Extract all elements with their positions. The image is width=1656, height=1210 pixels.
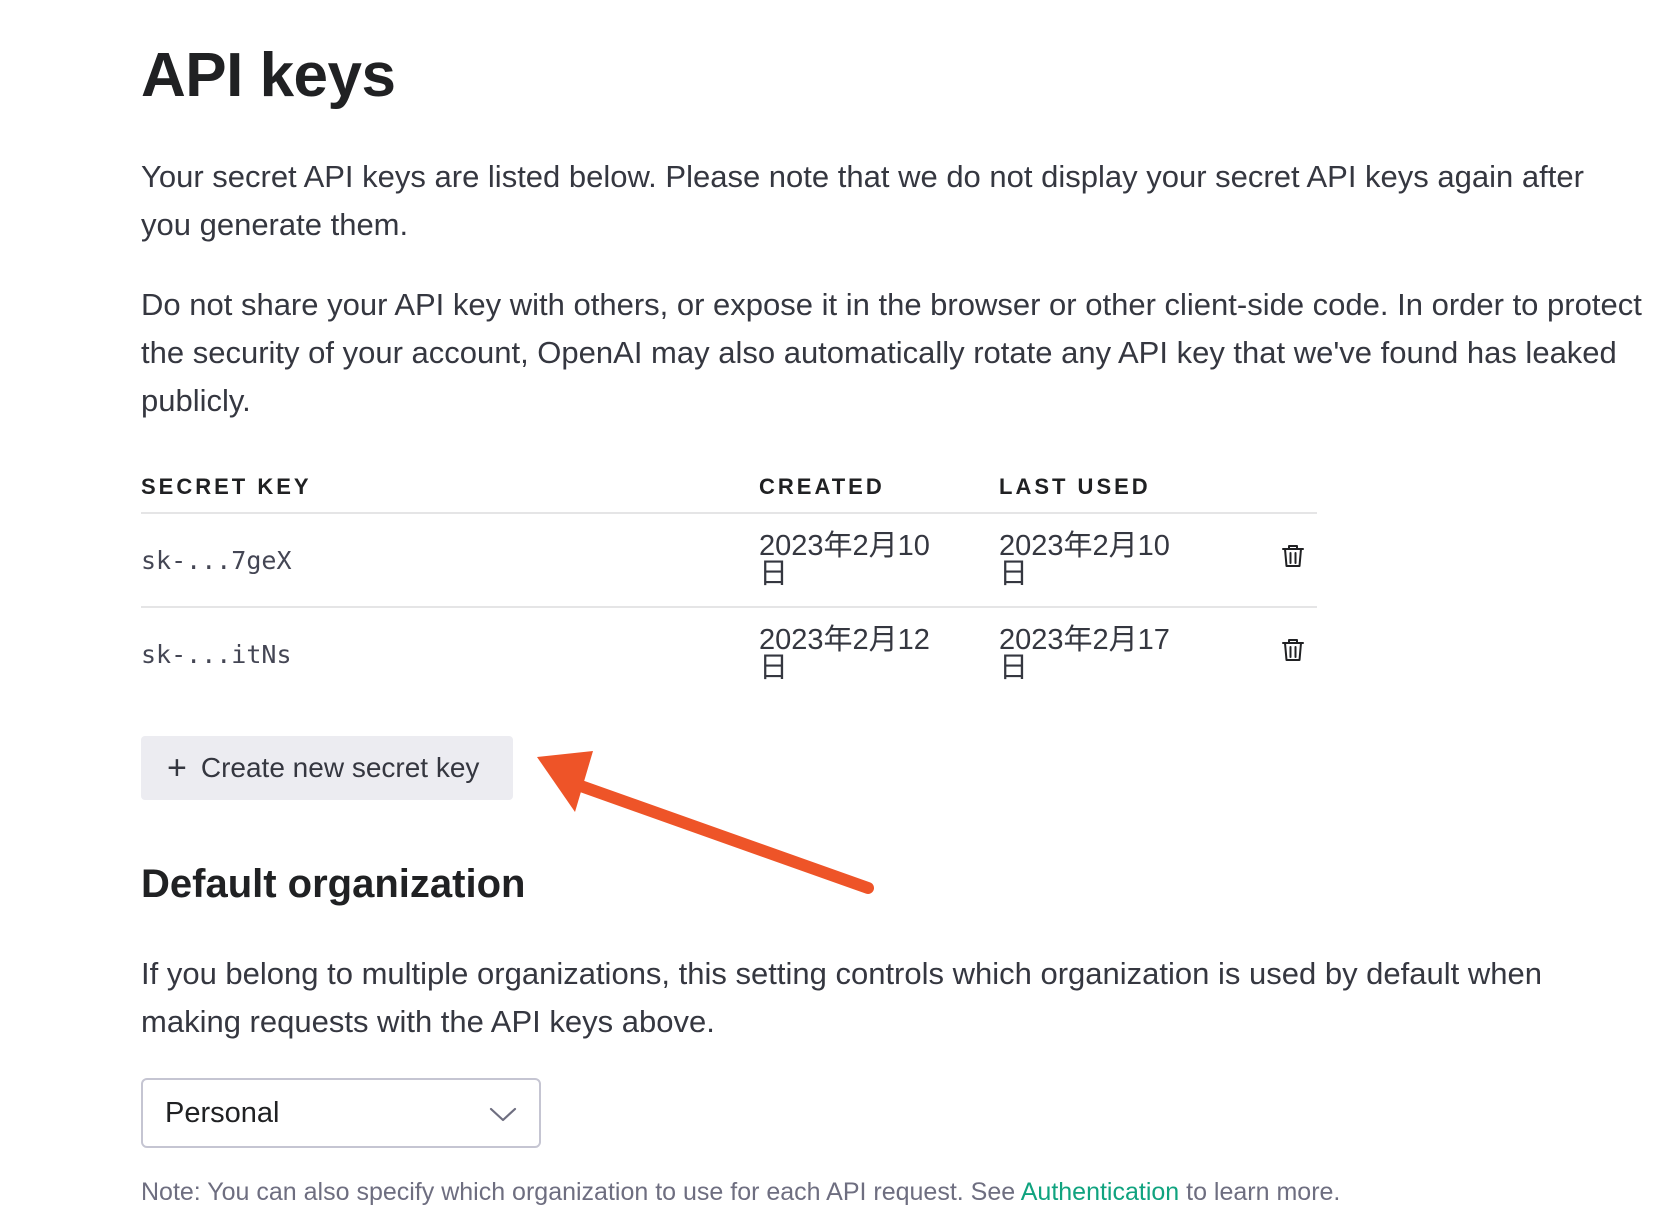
arrow-head: [537, 751, 593, 812]
last-used-date: 2023年2月17日: [999, 624, 1170, 684]
column-header-secret-key: SECRET KEY: [141, 462, 759, 514]
organization-select-value: Personal: [165, 1096, 280, 1129]
created-date: 2023年2月10日: [759, 530, 930, 590]
api-keys-table: SECRET KEY CREATED LAST USED sk-...7geX …: [141, 462, 1317, 700]
secret-key-value: sk-...7geX: [141, 545, 292, 575]
default-organization-description: If you belong to multiple organizations,…: [141, 956, 1542, 1039]
chevron-down-icon: [489, 1097, 517, 1130]
table-row: sk-...itNs 2023年2月12日 2023年2月17日: [141, 607, 1317, 700]
note-suffix: to learn more.: [1179, 1178, 1341, 1206]
last-used-date: 2023年2月10日: [999, 530, 1170, 590]
column-header-created: CREATED: [759, 462, 999, 514]
column-header-actions: [1269, 462, 1317, 514]
table-header-row: SECRET KEY CREATED LAST USED: [141, 462, 1317, 514]
created-date: 2023年2月12日: [759, 624, 930, 684]
default-organization-title: Default organization: [141, 862, 526, 906]
organization-select[interactable]: Personal: [141, 1078, 541, 1148]
authentication-link[interactable]: Authentication: [1021, 1178, 1179, 1206]
create-button-label: Create new secret key: [200, 752, 480, 783]
organization-note: Note: You can also specify which organiz…: [141, 1178, 1340, 1207]
plus-icon: +: [167, 749, 187, 787]
column-header-last-used: LAST USED: [999, 462, 1269, 514]
intro-paragraph-2: Do not share your API key with others, o…: [141, 287, 1642, 418]
table-row: sk-...7geX 2023年2月10日 2023年2月10日: [141, 513, 1317, 608]
arrow-shaft: [572, 779, 874, 894]
page-title: API keys: [141, 41, 396, 110]
intro-paragraph-1: Your secret API keys are listed below. P…: [141, 159, 1584, 242]
create-new-secret-key-button[interactable]: + Create new secret key: [141, 736, 513, 800]
trash-icon[interactable]: [1281, 543, 1305, 577]
trash-icon[interactable]: [1281, 637, 1305, 671]
secret-key-value: sk-...itNs: [141, 639, 292, 669]
note-prefix: Note: You can also specify which organiz…: [141, 1178, 1021, 1206]
